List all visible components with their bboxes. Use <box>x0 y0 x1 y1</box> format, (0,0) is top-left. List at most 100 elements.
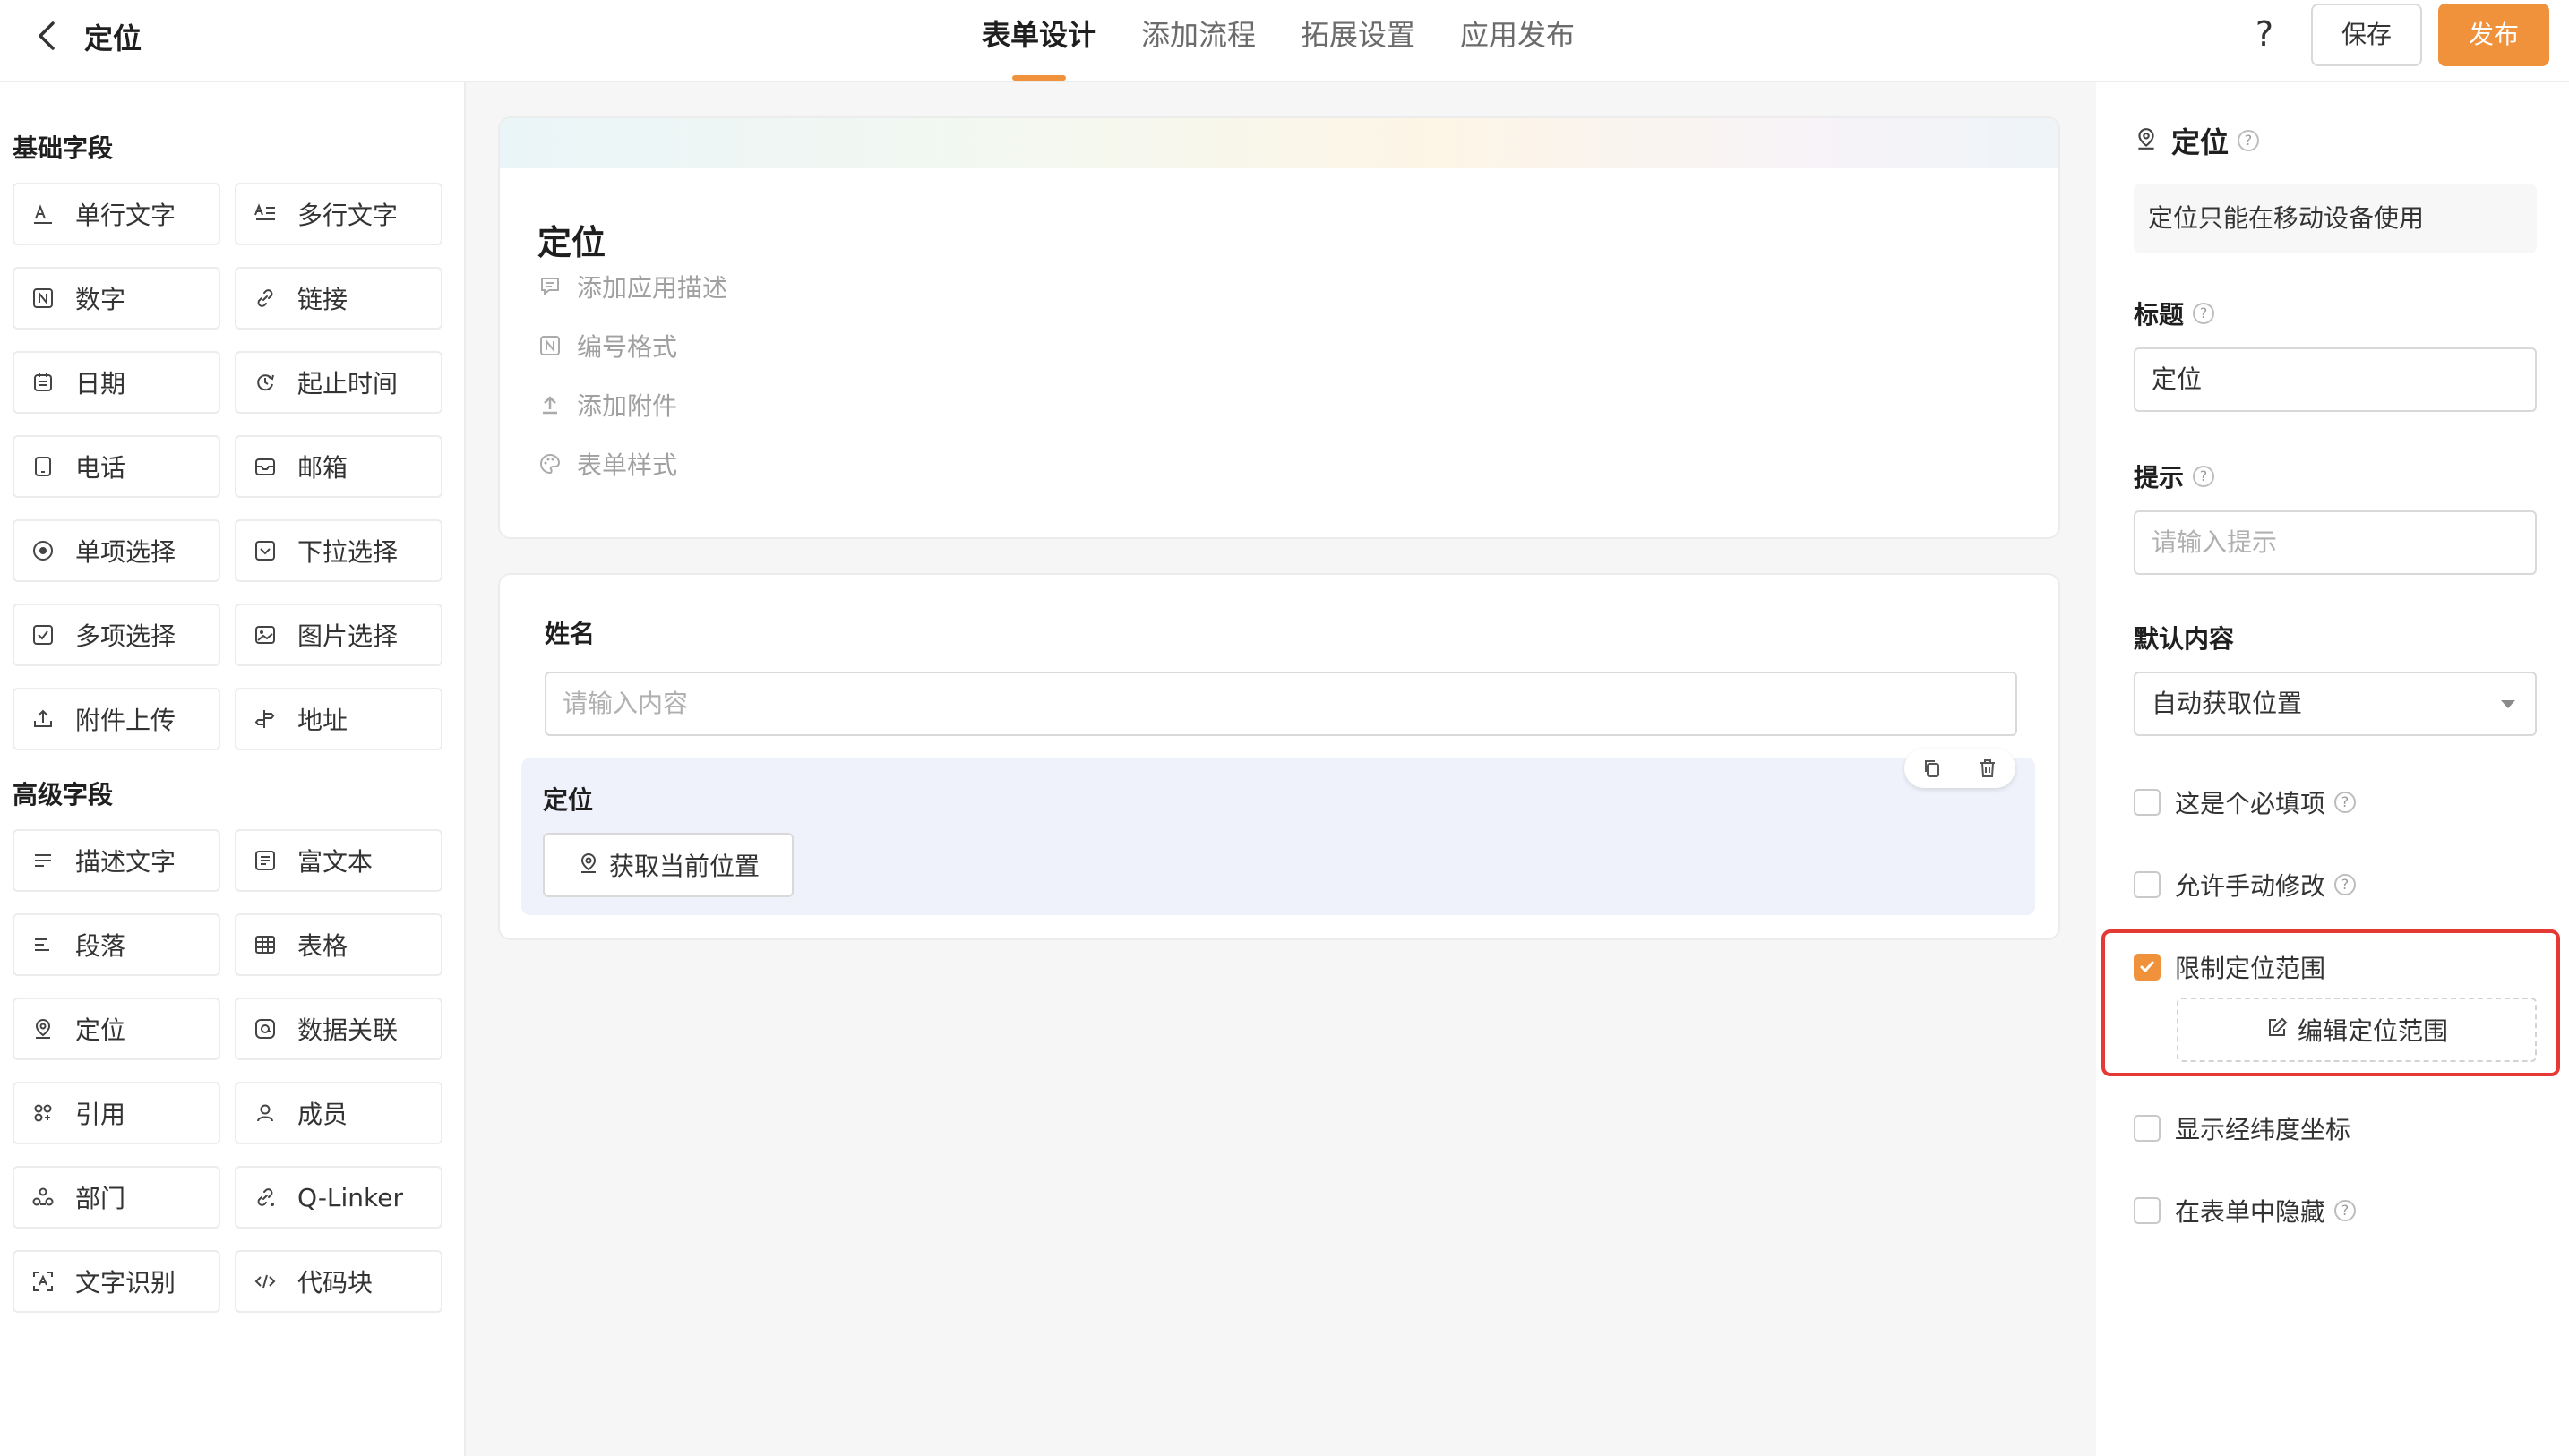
field-date[interactable]: 日期 <box>13 351 220 414</box>
limit-range-checkbox[interactable] <box>2134 954 2161 981</box>
back-button[interactable] <box>29 18 64 54</box>
show-coords-checkbox[interactable] <box>2134 1115 2161 1142</box>
field-q-linker[interactable]: Q-Linker <box>235 1166 442 1229</box>
tab-extension-settings[interactable]: 拓展设置 <box>1301 0 1415 82</box>
save-button[interactable]: 保存 <box>2311 4 2422 66</box>
link-icon <box>253 286 278 311</box>
help-circle-icon[interactable]: ? <box>2238 130 2260 151</box>
caret-down-icon <box>2501 700 2515 708</box>
hide-in-form-checkbox-row[interactable]: 在表单中隐藏 ? <box>2134 1193 2357 1229</box>
top-bar: 定位 表单设计 添加流程 拓展设置 应用发布 ? 保存 发布 <box>0 0 2569 82</box>
name-input[interactable]: 请输入内容 <box>545 672 2017 736</box>
help-circle-icon[interactable]: ? <box>2334 792 2357 813</box>
mobile-only-notice: 定位只能在移动设备使用 <box>2134 184 2537 253</box>
tab-app-publish[interactable]: 应用发布 <box>1460 0 1575 82</box>
field-location[interactable]: 定位 <box>13 998 220 1060</box>
field-rich-text[interactable]: 富文本 <box>235 829 442 892</box>
member-icon <box>253 1101 278 1126</box>
field-paragraph[interactable]: 段落 <box>13 913 220 976</box>
field-code-block[interactable]: 代码块 <box>235 1250 442 1313</box>
tab-form-design[interactable]: 表单设计 <box>982 0 1096 82</box>
number-icon <box>30 286 56 311</box>
field-dropdown[interactable]: 下拉选择 <box>235 519 442 582</box>
get-current-location-button[interactable]: 获取当前位置 <box>543 833 794 897</box>
q-linker-icon <box>253 1185 278 1210</box>
department-icon <box>30 1185 56 1210</box>
add-attachment[interactable]: 添加附件 <box>537 387 677 423</box>
form-canvas: 定位 添加应用描述 编号格式 添加附件 表单样式 姓名 请输入内容 定位 获取当… <box>466 82 2096 1456</box>
field-phone[interactable]: 电话 <box>13 435 220 498</box>
paragraph-icon <box>30 932 56 957</box>
tab-add-process[interactable]: 添加流程 <box>1141 0 1256 82</box>
delete-icon[interactable] <box>1973 754 2002 783</box>
field-description[interactable]: 描述文字 <box>13 829 220 892</box>
field-multi-choice[interactable]: 多项选择 <box>13 604 220 666</box>
default-content-label: 默认内容 <box>2134 624 2235 654</box>
location-icon <box>30 1016 56 1041</box>
ocr-icon <box>30 1269 56 1294</box>
field-single-line-text[interactable]: 单行文字 <box>13 183 220 245</box>
field-table[interactable]: 表格 <box>235 913 442 976</box>
description-icon <box>30 848 56 873</box>
field-time-range[interactable]: 起止时间 <box>235 351 442 414</box>
field-data-link[interactable]: 数据关联 <box>235 998 442 1060</box>
field-address[interactable]: 地址 <box>235 688 442 750</box>
field-reference[interactable]: 引用 <box>13 1082 220 1144</box>
field-department[interactable]: 部门 <box>13 1166 220 1229</box>
code-icon <box>253 1269 278 1294</box>
title-input[interactable]: 定位 <box>2134 347 2537 412</box>
field-palette: 基础字段 单行文字 多行文字 数字 链接 日期 起止时间 电话 邮箱 单项选择 … <box>0 82 466 1456</box>
hide-in-form-checkbox[interactable] <box>2134 1197 2161 1224</box>
manual-edit-checkbox-row[interactable]: 允许手动修改 ? <box>2134 867 2357 903</box>
phone-icon <box>30 454 56 479</box>
manual-edit-checkbox[interactable] <box>2134 871 2161 898</box>
publish-button[interactable]: 发布 <box>2438 4 2549 66</box>
basic-fields-title: 基础字段 <box>13 133 114 163</box>
field-multi-line-text[interactable]: 多行文字 <box>235 183 442 245</box>
required-checkbox[interactable] <box>2134 789 2161 816</box>
field-attachment[interactable]: 附件上传 <box>13 688 220 750</box>
time-range-icon <box>253 370 278 395</box>
form-title[interactable]: 定位 <box>537 215 606 264</box>
field-single-choice[interactable]: 单项选择 <box>13 519 220 582</box>
mail-icon <box>253 454 278 479</box>
add-app-description[interactable]: 添加应用描述 <box>537 269 727 304</box>
field-toolbar <box>1904 749 2015 788</box>
upload-icon <box>30 707 56 732</box>
comment-icon <box>537 274 563 299</box>
location-icon <box>2134 126 2159 155</box>
property-title: 定位 <box>2171 125 2230 159</box>
help-circle-icon[interactable]: ? <box>2334 1200 2357 1221</box>
field-number[interactable]: 数字 <box>13 267 220 330</box>
field-ocr[interactable]: 文字识别 <box>13 1250 220 1313</box>
multi-line-text-icon <box>253 201 278 227</box>
form-body-card: 姓名 请输入内容 定位 获取当前位置 <box>498 573 2060 940</box>
help-circle-icon[interactable]: ? <box>2334 874 2357 895</box>
number-format[interactable]: 编号格式 <box>537 328 677 364</box>
copy-icon[interactable] <box>1918 754 1946 783</box>
hint-prop-label: 提示 ? <box>2134 458 2215 494</box>
data-link-icon <box>253 1016 278 1041</box>
help-circle-icon[interactable]: ? <box>2193 303 2215 324</box>
chevron-left-icon <box>39 21 55 50</box>
property-panel: 定位 ? 定位只能在移动设备使用 标题 ? 定位 提示 ? 请输入提示 默认内容… <box>2096 82 2569 1456</box>
show-coords-checkbox-row[interactable]: 显示经纬度坐标 <box>2134 1110 2359 1146</box>
field-link[interactable]: 链接 <box>235 267 442 330</box>
location-field-selected[interactable]: 定位 获取当前位置 <box>521 749 2035 915</box>
field-image-choice[interactable]: 图片选择 <box>235 604 442 666</box>
edit-location-range-button[interactable]: 编辑定位范围 <box>2177 998 2537 1062</box>
limit-range-checkbox-row[interactable]: 限制定位范围 <box>2134 949 2334 985</box>
required-checkbox-row[interactable]: 这是个必填项 ? <box>2134 784 2357 820</box>
hint-input[interactable]: 请输入提示 <box>2134 510 2537 575</box>
help-circle-icon[interactable]: ? <box>2193 466 2215 487</box>
image-icon <box>253 622 278 647</box>
checkbox-icon <box>30 622 56 647</box>
dropdown-icon <box>253 538 278 563</box>
form-style[interactable]: 表单样式 <box>537 446 677 482</box>
radio-icon <box>30 538 56 563</box>
field-member[interactable]: 成员 <box>235 1082 442 1144</box>
field-mail[interactable]: 邮箱 <box>235 435 442 498</box>
header-banner <box>500 118 2058 168</box>
default-content-select[interactable]: 自动获取位置 <box>2134 672 2537 736</box>
help-icon[interactable]: ? <box>2245 14 2284 54</box>
